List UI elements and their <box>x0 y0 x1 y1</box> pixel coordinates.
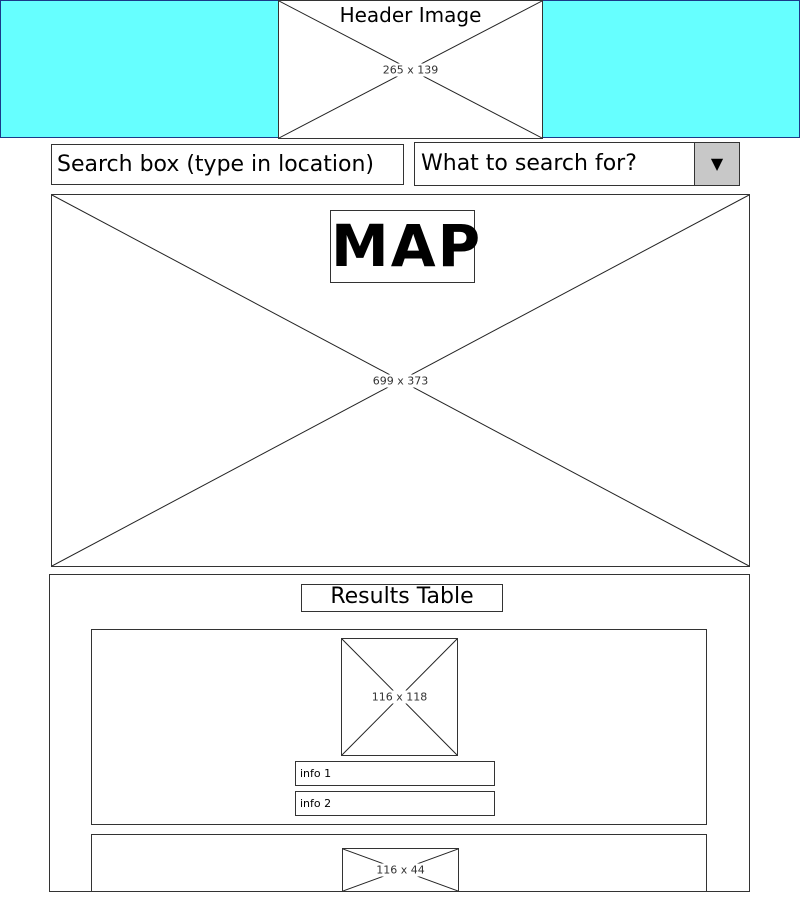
result-thumbnail: 116 x 44 <box>342 848 459 891</box>
result-card[interactable]: 116 x 118 info 1 info 2 <box>91 629 707 825</box>
location-search-input[interactable]: Search box (type in location) <box>51 144 404 185</box>
result-info-2: info 2 <box>295 791 495 816</box>
results-title: Results Table <box>301 584 503 612</box>
wireframe-page: Header Image 265 x 139 Search box (type … <box>0 0 800 900</box>
header-image-placeholder: Header Image 265 x 139 <box>278 0 543 139</box>
result-thumbnail: 116 x 118 <box>341 638 458 756</box>
header-title: Header Image <box>339 3 482 27</box>
result-card[interactable]: 116 x 44 <box>91 834 707 891</box>
chevron-down-icon[interactable]: ▼ <box>694 143 739 185</box>
map-dims: 699 x 373 <box>371 374 430 387</box>
map-placeholder[interactable]: MAP 699 x 373 <box>51 194 750 567</box>
header-image-dims: 265 x 139 <box>381 63 440 76</box>
select-current-value: What to search for? <box>421 151 637 176</box>
results-table: Results Table 116 x 118 info 1 info 2 11… <box>49 574 750 892</box>
thumbnail-dims: 116 x 44 <box>375 863 426 877</box>
thumbnail-dims: 116 x 118 <box>370 690 429 704</box>
result-info-1: info 1 <box>295 761 495 786</box>
map-label: MAP <box>330 210 480 283</box>
search-category-select[interactable]: What to search for? ▼ <box>414 142 740 186</box>
